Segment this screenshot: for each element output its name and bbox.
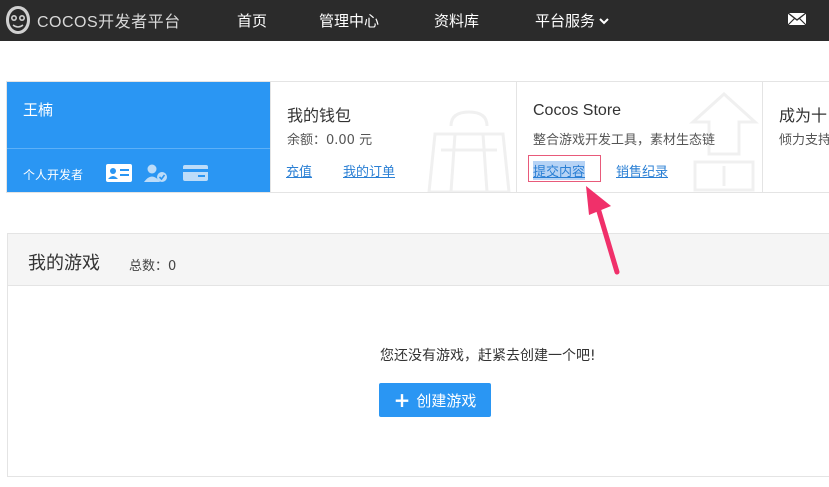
shopping-bag-watermark-icon (427, 110, 511, 192)
empty-games-message: 您还没有游戏，赶紧去创建一个吧! (380, 348, 596, 364)
create-game-button[interactable]: + 创建游戏 (379, 383, 491, 417)
sales-records-link[interactable]: 销售纪录 (616, 161, 668, 180)
credit-card-icon[interactable] (183, 164, 208, 182)
partner-title: 成为十 (779, 108, 828, 125)
nav-home[interactable]: 首页 (237, 0, 267, 41)
mail-icon[interactable] (787, 11, 807, 27)
wallet-card: 我的钱包 余额：0.00 元 充值 我的订单 (270, 82, 516, 192)
games-total-count: 总数：0 (129, 259, 177, 274)
cocos-logo[interactable]: COCOS开发者平台 (4, 3, 181, 37)
nav-platform-services-label: 平台服务 (535, 12, 596, 30)
partner-description: 倾力支持 (779, 133, 829, 148)
submit-content-link[interactable]: 提交内容 (533, 161, 586, 180)
logo-text: COCOS开发者平台 (37, 14, 181, 31)
nav-home-label: 首页 (237, 12, 268, 30)
developer-type-label: 个人开发者 (23, 168, 84, 182)
create-game-label: 创建游戏 (416, 391, 477, 410)
my-games-header: 我的游戏 总数：0 (8, 234, 829, 286)
nav-library[interactable]: 资料库 (434, 0, 479, 41)
nav-management-center[interactable]: 管理中心 (319, 0, 379, 41)
profile-name: 王楠 (23, 101, 54, 119)
nav-platform-services[interactable]: 平台服务 (535, 0, 609, 41)
profile-divider (7, 148, 270, 149)
nav-library-label: 资料库 (434, 12, 480, 30)
my-games-title: 我的游戏 (28, 253, 100, 274)
wallet-title: 我的钱包 (287, 108, 352, 125)
cocos-logo-icon (6, 6, 30, 34)
top-navigation-bar: COCOS开发者平台 首页 管理中心 资料库 平台服务 (0, 0, 829, 41)
plus-icon: + (393, 388, 411, 412)
wallet-balance: 余额：0.00 元 (287, 133, 373, 148)
verified-user-icon[interactable] (143, 164, 169, 182)
my-orders-link[interactable]: 我的订单 (343, 161, 395, 180)
profile-card: 王楠 个人开发者 (7, 82, 270, 192)
recharge-link[interactable]: 充值 (286, 161, 312, 180)
nav-management-center-label: 管理中心 (319, 12, 380, 30)
cocos-store-card: Cocos Store 整合游戏开发工具，素材生态链 提交内容 销售纪录 (516, 82, 762, 192)
store-title: Cocos Store (533, 102, 622, 119)
info-cards-row: 王楠 个人开发者 我的钱包 余额：0.00 元 充值 我的订单 Cocos St… (6, 81, 829, 193)
chevron-down-icon (599, 17, 609, 24)
my-games-panel: 我的游戏 总数：0 您还没有游戏，赶紧去创建一个吧! + 创建游戏 (7, 233, 829, 477)
id-card-icon[interactable] (106, 164, 132, 182)
store-description: 整合游戏开发工具，素材生态链 (533, 133, 716, 148)
partner-card: 成为十 倾力支持 (762, 82, 829, 192)
